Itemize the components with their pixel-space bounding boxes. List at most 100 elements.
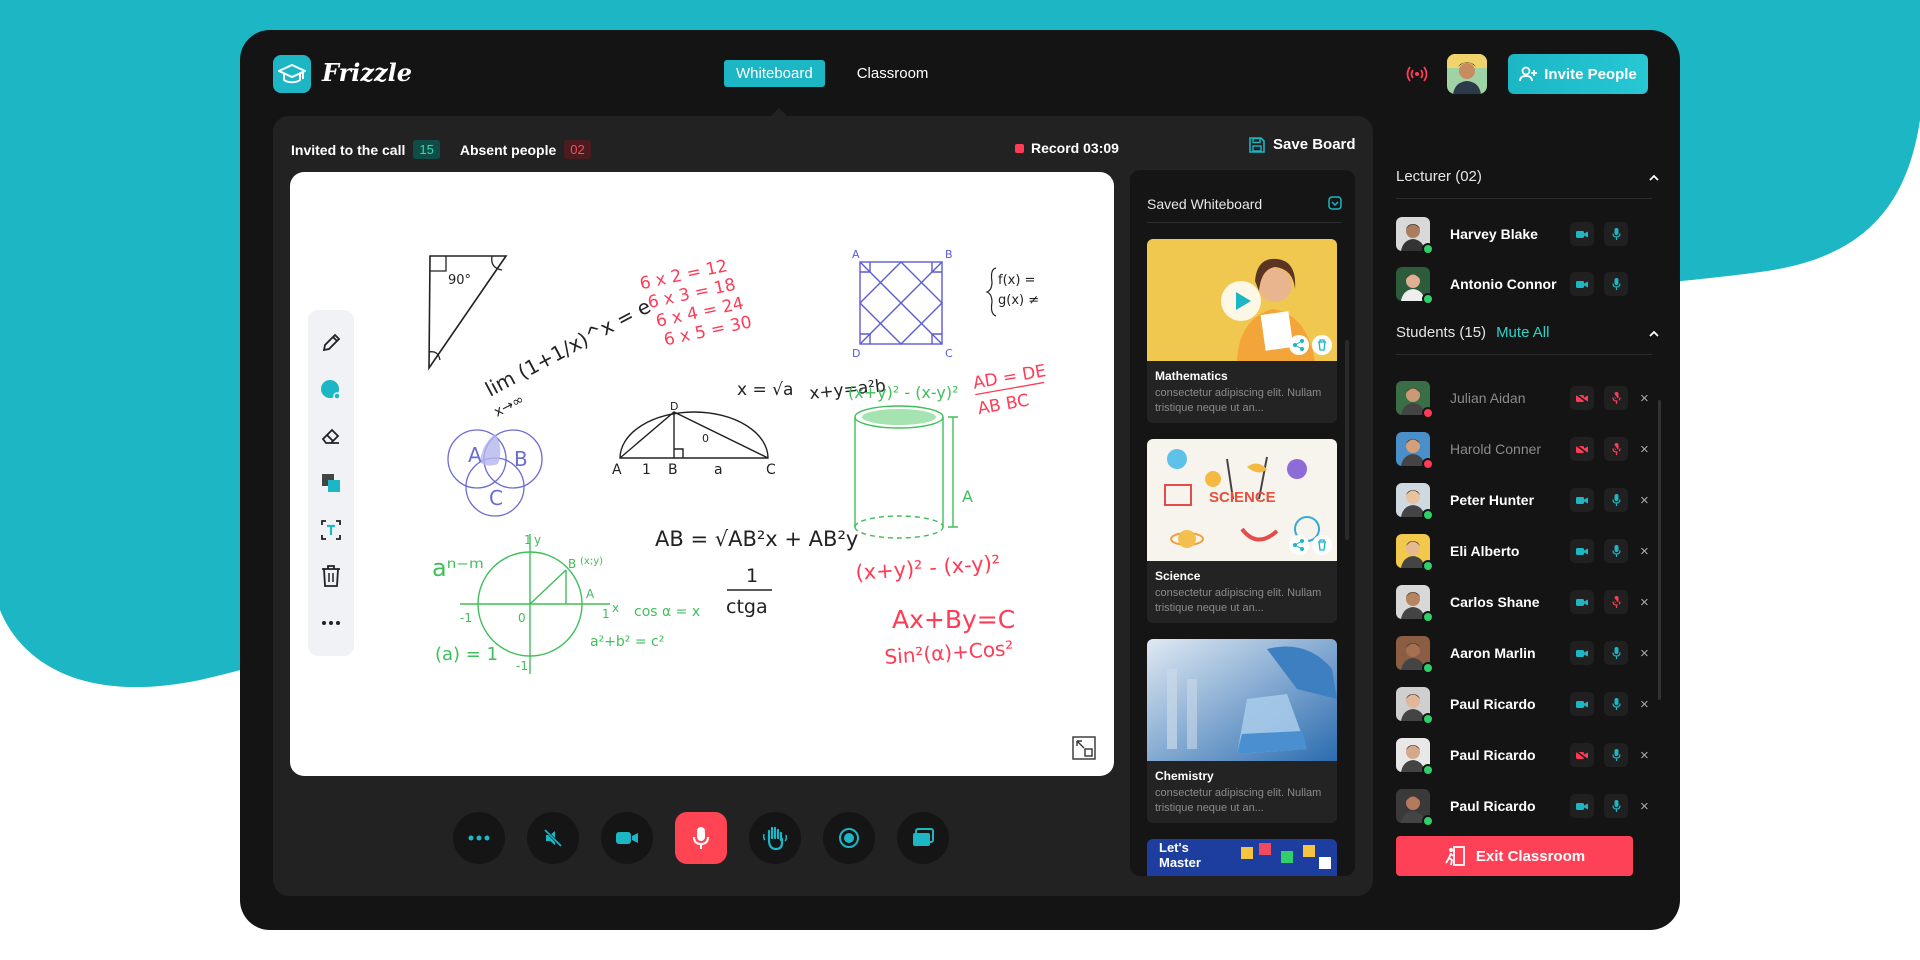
student-row[interactable]: Eli Alberto ×	[1396, 531, 1666, 572]
saved-scrollbar[interactable]	[1345, 340, 1349, 540]
text-tool-icon[interactable]	[317, 516, 345, 544]
microphone-off-icon[interactable]	[1604, 386, 1628, 410]
trash-icon[interactable]	[317, 562, 345, 590]
camera-icon[interactable]	[1570, 272, 1594, 296]
remove-participant-button[interactable]: ×	[1640, 798, 1649, 815]
tab-classroom[interactable]: Classroom	[845, 60, 941, 87]
saved-card-chemistry[interactable]: Chemistry consectetur adipiscing elit. N…	[1147, 639, 1337, 823]
remove-participant-button[interactable]: ×	[1640, 441, 1649, 458]
microphone-icon[interactable]	[1604, 222, 1628, 246]
student-row[interactable]: Paul Ricardo ×	[1396, 684, 1666, 725]
lecturer-row[interactable]: Harvey Blake	[1396, 214, 1666, 255]
camera-button[interactable]	[601, 812, 653, 864]
avatar	[1396, 789, 1434, 827]
microphone-icon[interactable]	[1604, 692, 1628, 716]
more-icon[interactable]	[317, 609, 345, 637]
raise-hand-button[interactable]	[749, 812, 801, 864]
record-status[interactable]: Record 03:09	[1015, 140, 1119, 156]
camera-icon[interactable]	[1570, 539, 1594, 563]
microphone-icon[interactable]	[1604, 272, 1628, 296]
tri-label-small-a: a	[714, 462, 723, 478]
expand-icon[interactable]	[1072, 736, 1096, 760]
exit-classroom-button[interactable]: Exit Classroom	[1396, 836, 1633, 876]
saved-card-science[interactable]: SCIENCE Science consectetur adipiscing e…	[1147, 439, 1337, 623]
ab-sqrt-formula: AB = √AB²x + AB²y	[655, 527, 858, 551]
chevron-up-icon[interactable]	[1648, 172, 1660, 184]
app-window: Frizzle Whiteboard Classroom Invite Peop…	[240, 30, 1680, 930]
share-icon[interactable]	[1289, 535, 1309, 555]
chevron-up-icon[interactable]	[1648, 328, 1660, 340]
remove-participant-button[interactable]: ×	[1640, 696, 1649, 713]
circle-label-1x: 1	[602, 607, 610, 621]
microphone-icon[interactable]	[1604, 488, 1628, 512]
remove-participant-button[interactable]: ×	[1640, 543, 1649, 560]
camera-off-icon[interactable]	[1570, 437, 1594, 461]
camera-icon[interactable]	[1570, 488, 1594, 512]
card-thumbnail	[1147, 639, 1337, 761]
student-row[interactable]: Peter Hunter ×	[1396, 480, 1666, 521]
saved-card-master[interactable]: Let's Master	[1147, 839, 1337, 876]
student-row[interactable]: Harold Conner ×	[1396, 429, 1666, 470]
camera-off-icon[interactable]	[1570, 386, 1594, 410]
participant-name: Aaron Marlin	[1450, 645, 1536, 661]
student-row[interactable]: Paul Ricardo ×	[1396, 786, 1666, 827]
share-icon[interactable]	[1289, 335, 1309, 355]
a-zero-formula: (a) = 1	[435, 644, 498, 665]
microphone-icon[interactable]	[1604, 641, 1628, 665]
camera-off-icon[interactable]	[1570, 743, 1594, 767]
mute-speaker-button[interactable]	[527, 812, 579, 864]
play-icon[interactable]	[1221, 281, 1261, 321]
microphone-icon[interactable]	[1604, 794, 1628, 818]
card-title: Mathematics	[1155, 369, 1228, 383]
save-board-button[interactable]: Save Board	[1249, 136, 1356, 153]
student-row[interactable]: Aaron Marlin ×	[1396, 633, 1666, 674]
microphone-off-icon[interactable]	[1604, 437, 1628, 461]
lecturer-header[interactable]: Lecturer (02)	[1396, 168, 1482, 185]
exit-door-icon	[1445, 846, 1465, 866]
tab-whiteboard[interactable]: Whiteboard	[724, 60, 825, 87]
more-options-button[interactable]	[453, 812, 505, 864]
microphone-icon[interactable]	[1604, 539, 1628, 563]
whiteboard-canvas[interactable]: 90° lim (1+1/x)^x = e x→∞ 6 x 2 = 12 6 x…	[290, 172, 1114, 776]
status-online-icon	[1422, 293, 1434, 305]
bookmark-heart-icon[interactable]	[1328, 196, 1342, 210]
student-row[interactable]: Carlos Shane ×	[1396, 582, 1666, 623]
record-label: Record 03:09	[1031, 140, 1119, 156]
circle-label-minus1: -1	[460, 611, 472, 625]
remove-participant-button[interactable]: ×	[1640, 390, 1649, 407]
layers-icon[interactable]	[317, 469, 345, 497]
student-row[interactable]: Paul Ricardo ×	[1396, 735, 1666, 776]
cylinder-side-label: A	[962, 487, 973, 506]
remove-participant-button[interactable]: ×	[1640, 747, 1649, 764]
camera-icon[interactable]	[1570, 590, 1594, 614]
mute-all-button[interactable]: Mute All	[1496, 324, 1549, 341]
participant-name: Paul Ricardo	[1450, 798, 1536, 814]
eraser-icon[interactable]	[317, 422, 345, 450]
tri-label-c: C	[766, 462, 776, 478]
microphone-icon[interactable]	[1604, 743, 1628, 767]
share-screen-button[interactable]	[897, 812, 949, 864]
lecturer-row[interactable]: Antonio Connor	[1396, 264, 1666, 305]
camera-icon[interactable]	[1570, 692, 1594, 716]
pencil-icon[interactable]	[317, 329, 345, 357]
raise-hand-icon	[762, 826, 788, 851]
remove-participant-button[interactable]: ×	[1640, 594, 1649, 611]
camera-icon[interactable]	[1570, 641, 1594, 665]
color-picker-icon[interactable]	[317, 376, 345, 404]
student-row[interactable]: Julian Aidan ×	[1396, 378, 1666, 419]
fraction-numerator: 1	[746, 565, 758, 587]
remove-participant-button[interactable]: ×	[1640, 492, 1649, 509]
participants-scrollbar[interactable]	[1658, 400, 1661, 700]
delete-icon[interactable]	[1312, 335, 1332, 355]
record-button[interactable]	[823, 812, 875, 864]
delete-icon[interactable]	[1312, 535, 1332, 555]
remove-participant-button[interactable]: ×	[1640, 645, 1649, 662]
saved-card-mathematics[interactable]: Mathematics consectetur adipiscing elit.…	[1147, 239, 1337, 423]
divider	[1147, 222, 1342, 223]
camera-icon[interactable]	[1570, 222, 1594, 246]
whiteboard-panel: Invited to the call 15 Absent people 02 …	[273, 116, 1373, 896]
microphone-off-icon[interactable]	[1604, 590, 1628, 614]
microphone-button[interactable]	[675, 812, 727, 864]
tab-bar: Whiteboard Classroom	[724, 60, 940, 87]
camera-icon[interactable]	[1570, 794, 1594, 818]
